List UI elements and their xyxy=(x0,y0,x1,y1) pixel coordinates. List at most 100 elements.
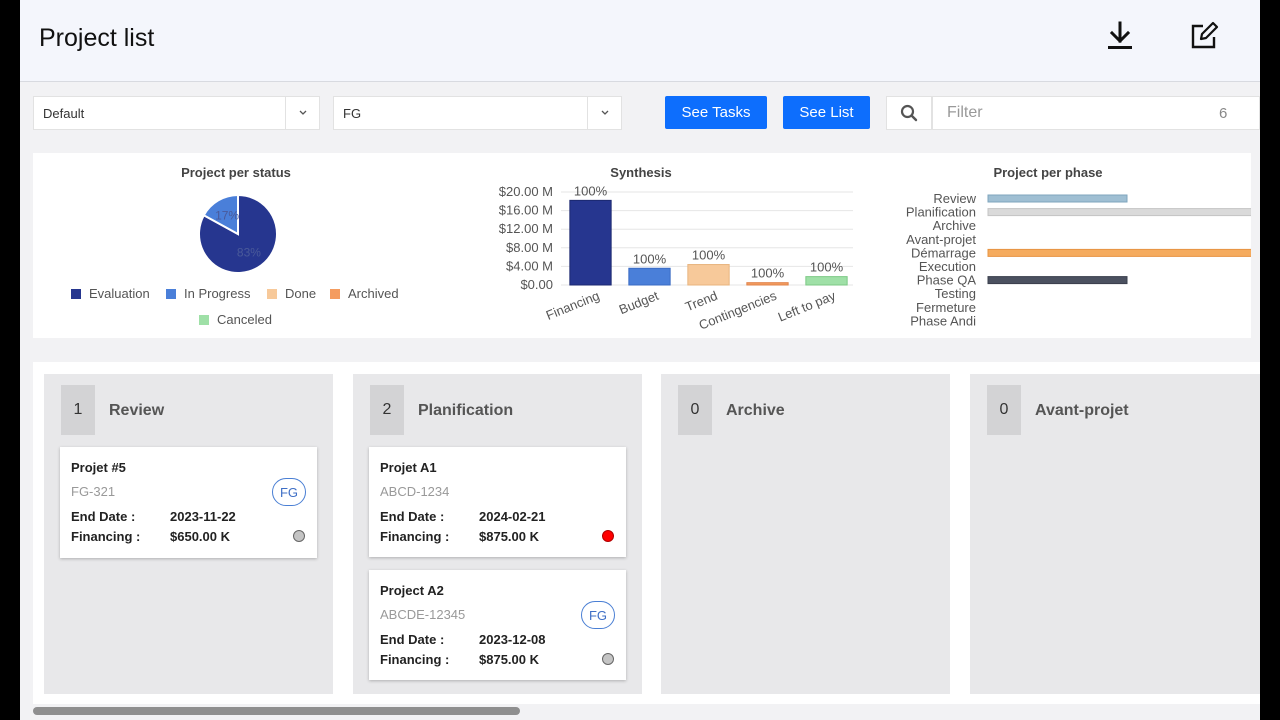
project-card[interactable]: Projet A1 ABCD-1234 End Date : 2024-02-2… xyxy=(369,447,626,557)
column-archive: 0 Archive xyxy=(661,374,950,694)
filter-field: 6 xyxy=(932,96,1260,130)
financing-label: Financing : xyxy=(380,529,450,544)
end-date-value: 2023-11-22 xyxy=(170,509,236,524)
y-tick-label: $16.00 M xyxy=(499,203,553,218)
group-select[interactable]: FG xyxy=(333,96,622,130)
end-date-label: End Date : xyxy=(380,632,445,647)
status-dot xyxy=(602,530,614,542)
search-button[interactable] xyxy=(886,96,932,130)
bar-data-label: 100% xyxy=(574,183,608,198)
bar-data-label: 100% xyxy=(692,248,726,263)
group-badge: FG xyxy=(581,601,615,629)
view-select-value: Default xyxy=(43,105,85,121)
x-tick-label: Budget xyxy=(617,288,661,317)
pie-slice-label: 17% xyxy=(215,209,239,223)
see-tasks-button[interactable]: See Tasks xyxy=(665,96,767,129)
x-tick-label: Trend xyxy=(683,288,720,314)
project-name: Projet A1 xyxy=(380,460,437,475)
column-title: Archive xyxy=(726,402,785,419)
pie-chart-title: Project per status xyxy=(181,165,291,180)
status-pie-chart: 83% 17% xyxy=(198,193,278,274)
y-tick-label: $20.00 M xyxy=(499,184,553,199)
legend-item-evaluation[interactable]: Evaluation xyxy=(71,286,150,301)
app-window: Project list Default FG See Tasks See Li… xyxy=(20,0,1260,720)
bar-trend[interactable] xyxy=(687,264,730,286)
project-code: ABCDE-12345 xyxy=(380,607,466,622)
legend-label: Done xyxy=(285,286,317,301)
legend-label: In Progress xyxy=(184,286,251,301)
y-tick-label: $0.00 xyxy=(520,277,553,292)
filter-input[interactable] xyxy=(933,104,1219,122)
legend-item-canceled[interactable]: Canceled xyxy=(199,312,272,327)
end-date-label: End Date : xyxy=(380,509,445,524)
status-dot xyxy=(293,530,305,542)
bar-financing[interactable] xyxy=(569,199,612,286)
bar-contingencies[interactable] xyxy=(746,282,789,286)
column-title: Review xyxy=(109,402,165,419)
column-review: 1 Review Projet #5 FG-321 FG End Date : … xyxy=(44,374,333,694)
column-avant-projet: 0 Avant-projet xyxy=(970,374,1260,694)
financing-label: Financing : xyxy=(380,652,450,667)
column-count: 0 xyxy=(987,385,1021,435)
end-date-label: End Date : xyxy=(71,509,136,524)
phase-bar-démarrage[interactable] xyxy=(987,248,1251,257)
project-code: ABCD-1234 xyxy=(380,484,450,499)
group-select-value: FG xyxy=(343,105,362,121)
bar-budget[interactable] xyxy=(628,267,671,286)
phase-bar-planification[interactable] xyxy=(987,208,1251,217)
legend-item-archived[interactable]: Archived xyxy=(330,286,399,301)
legend-label: Canceled xyxy=(217,312,272,327)
phase-bar-chart: ReviewPlanificationArchiveAvant-projetDé… xyxy=(906,191,1251,328)
charts-panel: Project per status 83% 17% Evaluation In … xyxy=(33,153,1251,338)
group-badge: FG xyxy=(272,478,306,506)
end-date-value: 2024-02-21 xyxy=(479,509,546,524)
edit-button[interactable] xyxy=(1186,18,1222,54)
legend-label: Archived xyxy=(348,286,399,301)
legend-item-in-progress[interactable]: In Progress xyxy=(166,286,250,301)
phase-bar-review[interactable] xyxy=(987,194,1128,203)
column-count: 2 xyxy=(370,385,404,435)
bar-left-to-pay[interactable] xyxy=(805,276,848,286)
download-button[interactable] xyxy=(1102,18,1138,54)
project-name: Projet #5 xyxy=(71,460,126,475)
chevron-down-icon xyxy=(285,97,319,129)
phase-bar-phase-qa[interactable] xyxy=(987,276,1128,285)
column-planification: 2 Planification Projet A1 ABCD-1234 End … xyxy=(353,374,642,694)
financing-value: $875.00 K xyxy=(479,529,539,544)
bar-data-label: 100% xyxy=(751,266,785,281)
y-tick-label: $8.00 M xyxy=(506,240,553,255)
x-tick-label: Financing xyxy=(544,288,602,323)
legend-label: Evaluation xyxy=(89,286,150,301)
project-code: FG-321 xyxy=(71,484,116,499)
phase-chart-title: Project per phase xyxy=(993,165,1103,180)
download-icon xyxy=(1108,21,1132,49)
financing-value: $650.00 K xyxy=(170,529,230,544)
column-count: 1 xyxy=(61,385,95,435)
column-title: Planification xyxy=(418,402,514,419)
project-card[interactable]: Project A2 ABCDE-12345 FG End Date : 202… xyxy=(369,570,626,680)
financing-label: Financing : xyxy=(71,529,141,544)
search-icon xyxy=(900,104,918,122)
scrollbar-thumb[interactable] xyxy=(33,707,520,715)
see-list-button[interactable]: See List xyxy=(783,96,870,129)
project-name: Project A2 xyxy=(380,583,444,598)
filter-count: 6 xyxy=(1219,104,1228,122)
synthesis-bar-chart: $0.00 $4.00 M $8.00 M $12.00 M $16.00 M $20.0… xyxy=(499,183,853,333)
status-dot xyxy=(602,653,614,665)
x-tick-label: Left to pay xyxy=(776,288,838,325)
page-title: Project list xyxy=(39,24,155,52)
y-tick-label: $12.00 M xyxy=(499,221,553,236)
view-select[interactable]: Default xyxy=(33,96,320,130)
column-title: Avant-projet xyxy=(1035,402,1129,419)
end-date-value: 2023-12-08 xyxy=(479,632,546,647)
bar-data-label: 100% xyxy=(633,251,667,266)
header-bar: Project list xyxy=(20,0,1260,82)
chevron-down-icon xyxy=(587,97,621,129)
phase-label: Phase Andi xyxy=(910,313,976,328)
edit-icon xyxy=(1191,21,1219,49)
column-count: 0 xyxy=(678,385,712,435)
pie-slice-label: 83% xyxy=(237,245,261,259)
project-card[interactable]: Projet #5 FG-321 FG End Date : 2023-11-2… xyxy=(60,447,317,558)
legend-item-done[interactable]: Done xyxy=(267,286,316,301)
y-tick-label: $4.00 M xyxy=(506,258,553,273)
